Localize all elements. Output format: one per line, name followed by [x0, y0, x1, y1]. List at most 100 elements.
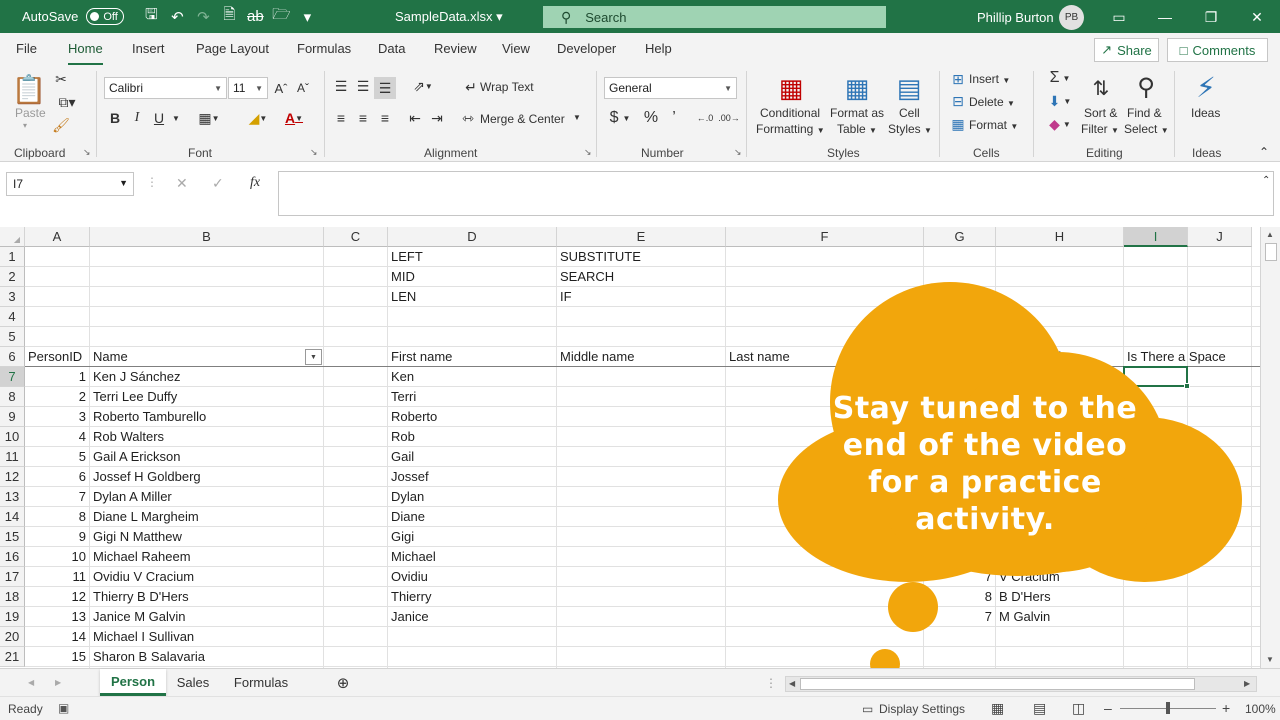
tab-help[interactable]: Help [645, 41, 672, 56]
cell-person-id[interactable]: 4 [25, 427, 86, 447]
cut-icon[interactable]: ✂ [53, 71, 69, 87]
user-name[interactable]: Phillip Burton [977, 10, 1054, 25]
autosum-icon[interactable]: Σ ▼ [1044, 69, 1076, 87]
cell-h18[interactable]: B D'Hers [999, 587, 1051, 607]
underline-dropdown-icon[interactable]: ▼ [170, 111, 182, 125]
cell-person-id[interactable]: 8 [25, 507, 86, 527]
cell-person-name[interactable]: Terri Lee Duffy [93, 387, 177, 407]
row-header-21[interactable]: 21 [0, 647, 25, 667]
align-right-icon[interactable]: ≡ [376, 109, 394, 127]
align-center-icon[interactable]: ≡ [354, 109, 372, 127]
row-header-9[interactable]: 9 [0, 407, 25, 427]
cell-person-id[interactable]: 3 [25, 407, 86, 427]
column-header-i[interactable]: I [1124, 227, 1188, 247]
row-header-11[interactable]: 11 [0, 447, 25, 467]
horizontal-scrollbar[interactable]: ◀ ▶ [785, 676, 1257, 692]
format-as-table-label-1[interactable]: Format as [830, 106, 884, 120]
sheet-tab-formulas[interactable]: Formulas [220, 669, 302, 696]
row-header-15[interactable]: 15 [0, 527, 25, 547]
delete-cells-label[interactable]: Delete ▼ [969, 95, 1015, 109]
cell-person-name[interactable]: Thierry B D'Hers [93, 587, 189, 607]
row-header-12[interactable]: 12 [0, 467, 25, 487]
scroll-right-icon[interactable]: ▶ [1244, 679, 1250, 688]
column-header-c[interactable]: C [324, 227, 388, 247]
italic-button[interactable]: I [128, 109, 146, 127]
cell-first-name[interactable]: Rob [391, 427, 415, 447]
column-header-a[interactable]: A [25, 227, 90, 247]
file-name[interactable]: SampleData.xlsx ▾ [395, 9, 503, 25]
row-header-17[interactable]: 17 [0, 567, 25, 587]
close-icon[interactable]: ✕ [1242, 5, 1272, 29]
display-settings-icon[interactable]: ▭ [862, 702, 873, 716]
column-header-j[interactable]: J [1188, 227, 1252, 247]
cell-person-name[interactable]: Sharon B Salavaria [93, 647, 205, 667]
row-header-7[interactable]: 7 [0, 367, 25, 387]
select-all-corner[interactable]: ◢ [0, 227, 25, 247]
format-cells-label[interactable]: Format ▼ [969, 118, 1018, 132]
align-left-icon[interactable]: ≡ [332, 109, 350, 127]
cell-person-id[interactable]: 5 [25, 447, 86, 467]
customize-toolbar-icon[interactable]: ▾ [294, 4, 320, 30]
font-launcher-icon[interactable]: ↘ [310, 147, 318, 158]
sheet-tab-person[interactable]: Person [100, 669, 166, 696]
cell-first-name[interactable]: Ken [391, 367, 414, 387]
ideas-icon[interactable]: ⚡ [1190, 71, 1222, 103]
cell-first-name[interactable]: Thierry [391, 587, 431, 607]
cell-b6[interactable]: Name [93, 347, 128, 367]
tab-view[interactable]: View [502, 41, 530, 56]
underline-button[interactable]: U [150, 109, 168, 127]
row-header-3[interactable]: 3 [0, 287, 25, 307]
zoom-in-icon[interactable]: + [1222, 700, 1230, 716]
cell-styles-label-1[interactable]: Cell [899, 106, 920, 120]
font-size-combo[interactable]: 11 ▼ [228, 77, 268, 99]
cell-first-name[interactable]: Gigi [391, 527, 414, 547]
sort-filter-icon[interactable]: ⇅ [1086, 73, 1116, 103]
find-select-icon[interactable]: ⚲ [1130, 71, 1162, 103]
merge-icon[interactable]: ⇿ [460, 110, 476, 126]
cell-first-name[interactable]: Janice [391, 607, 429, 627]
cell-first-name[interactable]: Jossef [391, 467, 429, 487]
number-launcher-icon[interactable]: ↘ [734, 147, 742, 158]
increase-indent-icon[interactable]: ⇥ [428, 109, 446, 127]
cell-d3[interactable]: LEN [391, 287, 416, 307]
cell-styles-label-2[interactable]: Styles ▼ [888, 122, 932, 136]
format-as-table-label-2[interactable]: Table ▼ [837, 122, 877, 136]
cell-d1[interactable]: LEFT [391, 247, 423, 267]
collapse-ribbon-icon[interactable]: ⌃ [1259, 145, 1269, 159]
share-button[interactable]: ↗ Share [1094, 38, 1159, 62]
cell-first-name[interactable]: Michael [391, 547, 436, 567]
cell-e6[interactable]: Middle name [560, 347, 634, 367]
cell-person-name[interactable]: Ken J Sánchez [93, 367, 180, 387]
formula-input[interactable] [278, 171, 1274, 216]
merge-center-label[interactable]: Merge & Center [480, 112, 565, 126]
cell-first-name[interactable]: Terri [391, 387, 416, 407]
zoom-slider-thumb[interactable] [1166, 702, 1170, 714]
tab-split-icon[interactable]: ⋮ [765, 676, 777, 690]
cell-person-id[interactable]: 11 [25, 567, 87, 587]
cell-person-id[interactable]: 7 [25, 487, 86, 507]
decrease-font-icon[interactable]: Aˇ [294, 79, 312, 97]
comments-button[interactable]: □ Comments [1167, 38, 1268, 62]
cell-person-name[interactable]: Jossef H Goldberg [93, 467, 201, 487]
cell-first-name[interactable]: Gail [391, 447, 414, 467]
tab-page-layout[interactable]: Page Layout [196, 41, 269, 56]
paste-icon[interactable]: 📋 [12, 71, 47, 107]
cell-e3[interactable]: IF [560, 287, 572, 307]
cell-a6[interactable]: PersonID [28, 347, 82, 367]
conditional-formatting-label-1[interactable]: Conditional [760, 106, 820, 120]
insert-cells-label[interactable]: Insert ▼ [969, 72, 1010, 86]
row-header-13[interactable]: 13 [0, 487, 25, 507]
format-as-table-icon[interactable]: ▦ [842, 73, 872, 103]
tab-data[interactable]: Data [378, 41, 405, 56]
cell-e1[interactable]: SUBSTITUTE [560, 247, 641, 267]
add-sheet-icon[interactable]: ⊕ [332, 669, 354, 696]
open-folder-icon[interactable]: 🗁 [268, 4, 294, 30]
column-header-b[interactable]: B [90, 227, 324, 247]
find-select-label-2[interactable]: Select ▼ [1124, 122, 1169, 136]
alignment-launcher-icon[interactable]: ↘ [584, 147, 592, 158]
row-header-8[interactable]: 8 [0, 387, 25, 407]
tab-review[interactable]: Review [434, 41, 477, 56]
clear-icon[interactable]: ◆ ▼ [1044, 115, 1076, 133]
minimize-icon[interactable]: — [1150, 5, 1180, 29]
orientation-icon[interactable]: ⇗ ▼ [408, 77, 438, 95]
